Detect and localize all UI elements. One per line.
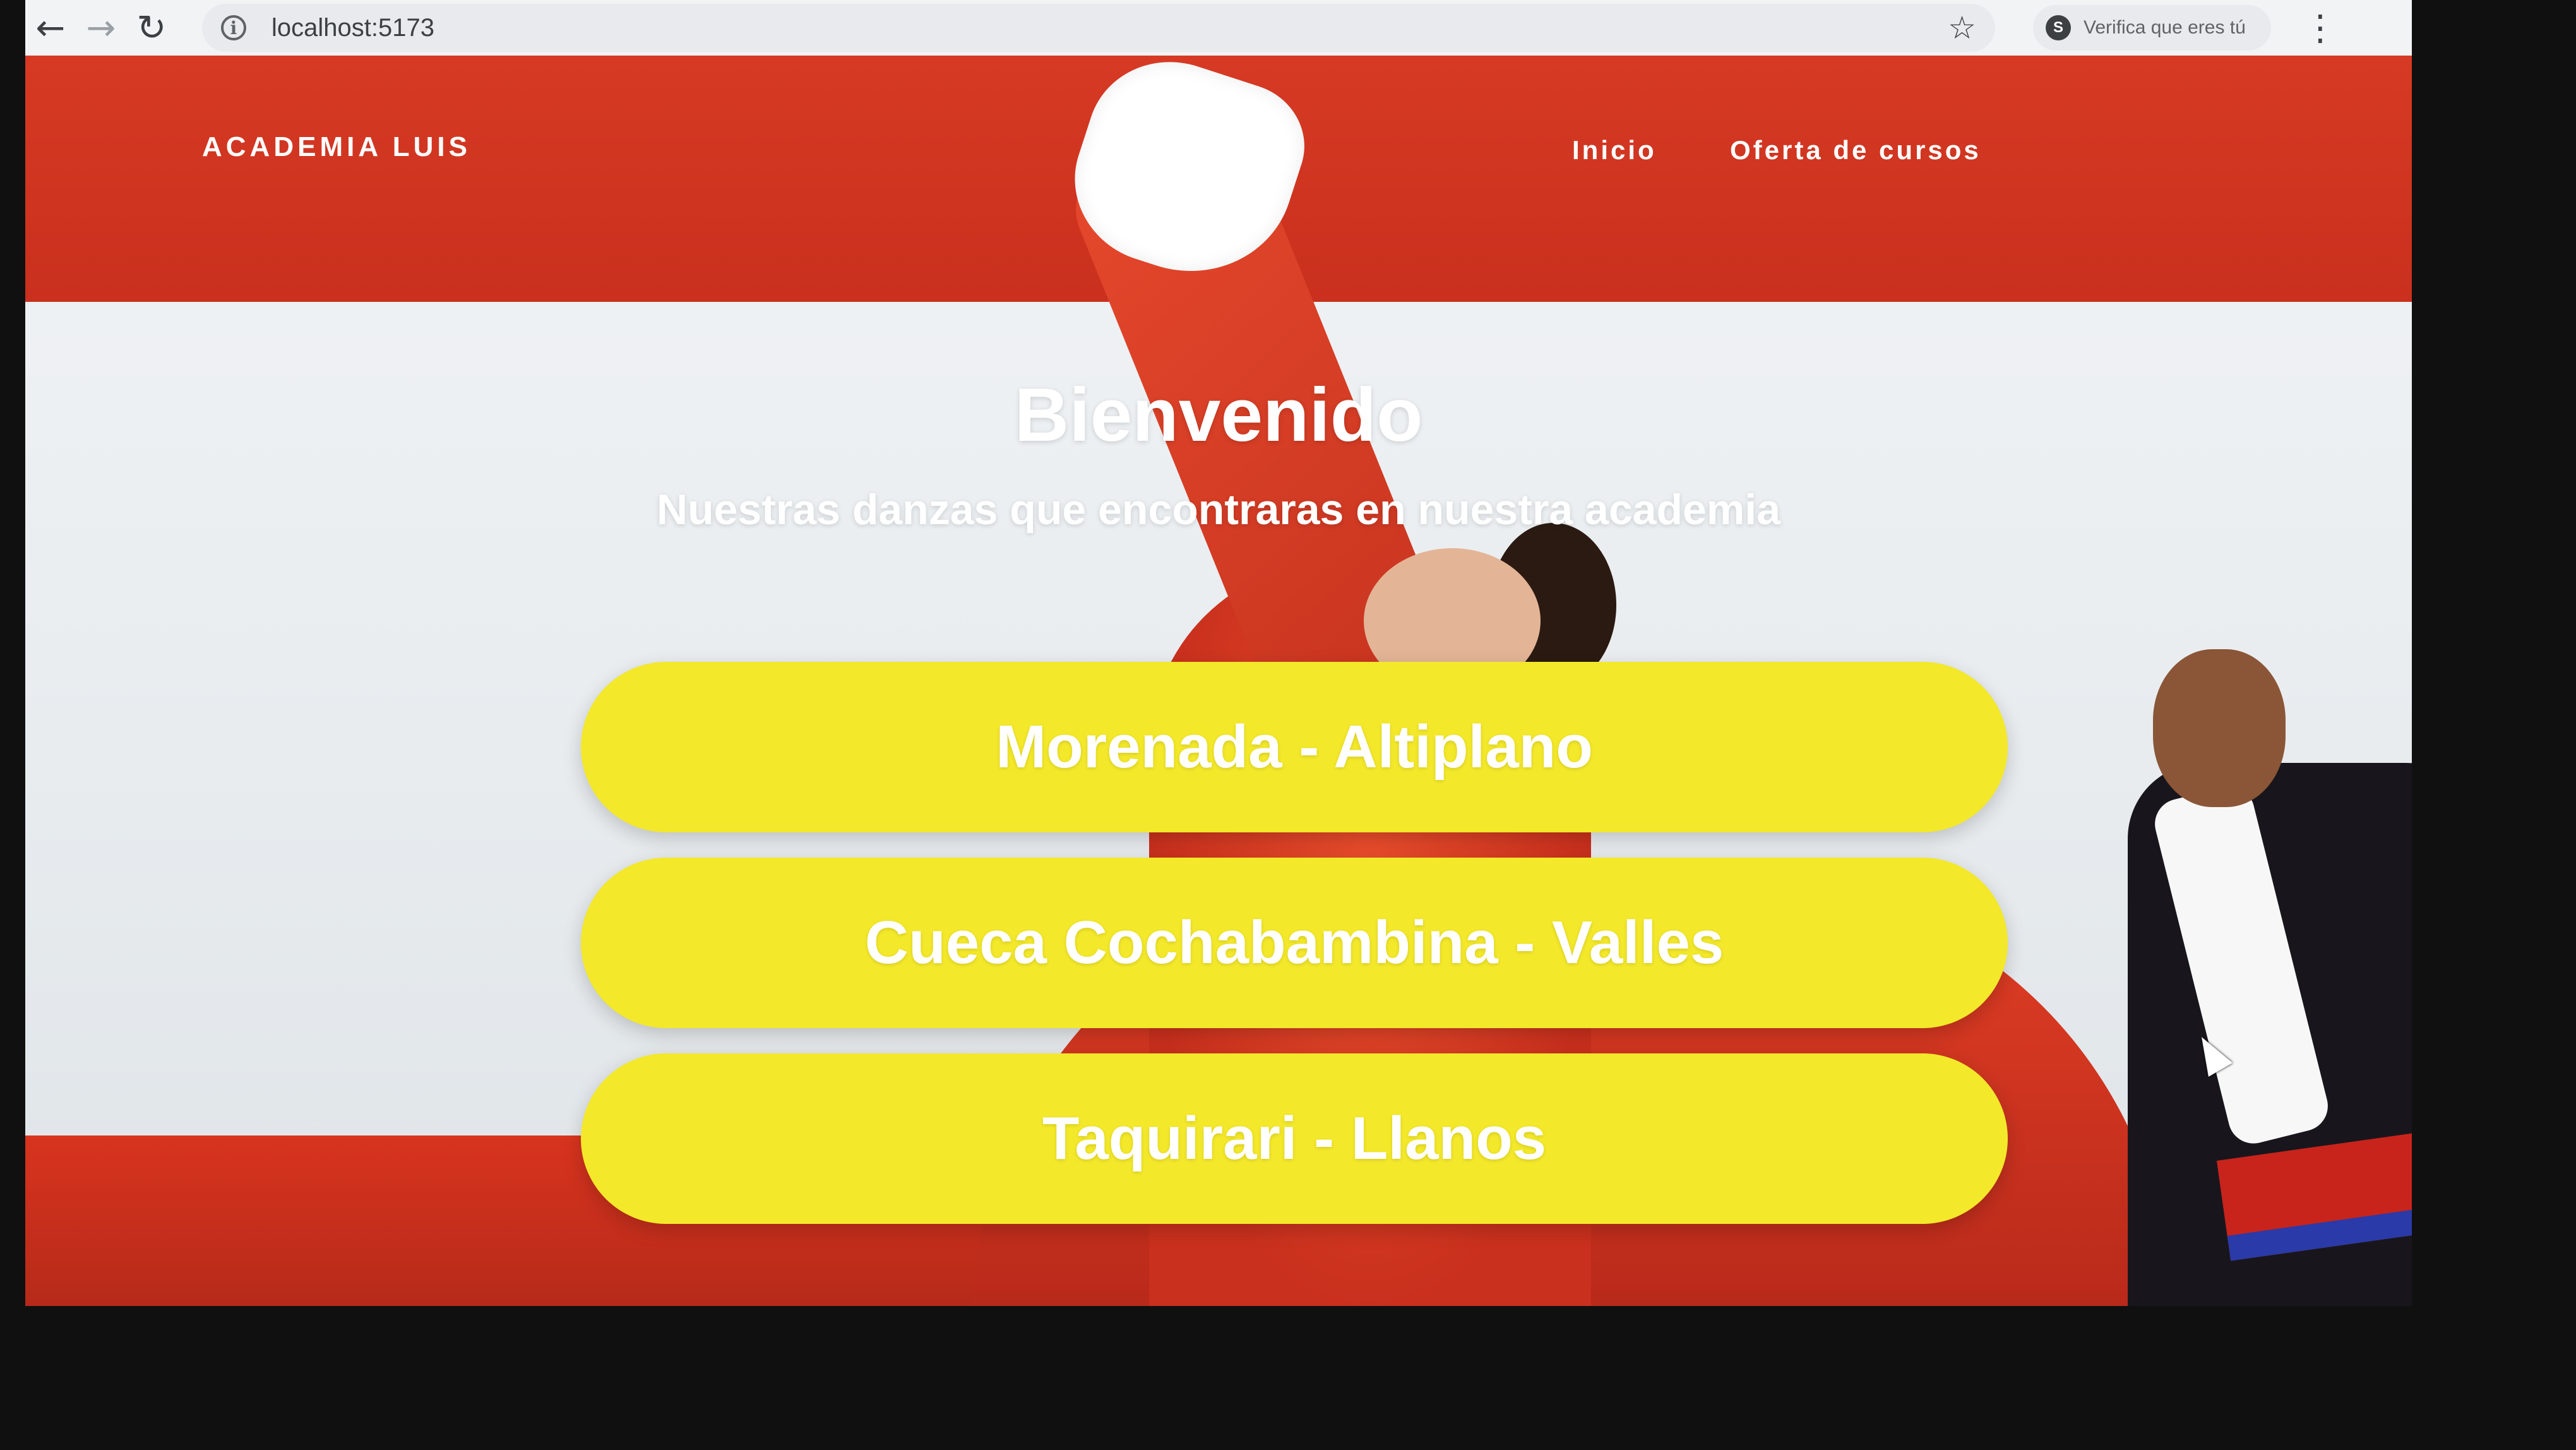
- page-viewport: ACADEMIA LUIS Inicio Oferta de cursos Bi…: [25, 56, 2412, 1306]
- back-arrow-icon[interactable]: ←: [25, 3, 76, 53]
- site-info-icon[interactable]: i: [221, 15, 246, 40]
- male-dancer-face-image: [2153, 649, 2286, 807]
- avatar: S: [2046, 15, 2071, 40]
- course-button-morenada[interactable]: Morenada - Altiplano: [581, 662, 2008, 832]
- address-bar[interactable]: i localhost:5173 ☆: [202, 4, 1995, 52]
- nav-link-inicio[interactable]: Inicio: [1572, 135, 1657, 165]
- course-button-taquirari[interactable]: Taquirari - Llanos: [581, 1053, 2008, 1224]
- reload-icon[interactable]: ↻: [126, 3, 177, 53]
- site-brand[interactable]: ACADEMIA LUIS: [202, 131, 471, 163]
- hero-title: Bienvenido: [1014, 373, 1423, 457]
- bookmark-star-icon[interactable]: ☆: [1948, 9, 1976, 46]
- browser-menu-icon[interactable]: ⋮: [2303, 8, 2338, 49]
- profile-button[interactable]: S Verifica que eres tú: [2033, 5, 2271, 51]
- nav-link-oferta-de-cursos[interactable]: Oferta de cursos: [1730, 135, 1981, 165]
- browser-toolbar: ← → ↻ i localhost:5173 ☆ S Verifica que …: [25, 0, 2412, 56]
- profile-label: Verifica que eres tú: [2084, 17, 2246, 38]
- course-button-cueca[interactable]: Cueca Cochabambina - Valles: [581, 858, 2008, 1028]
- forward-arrow-icon[interactable]: →: [76, 3, 126, 53]
- address-url[interactable]: localhost:5173: [271, 14, 434, 42]
- hero-subtitle: Nuestras danzas que encontraras en nuest…: [656, 486, 1781, 534]
